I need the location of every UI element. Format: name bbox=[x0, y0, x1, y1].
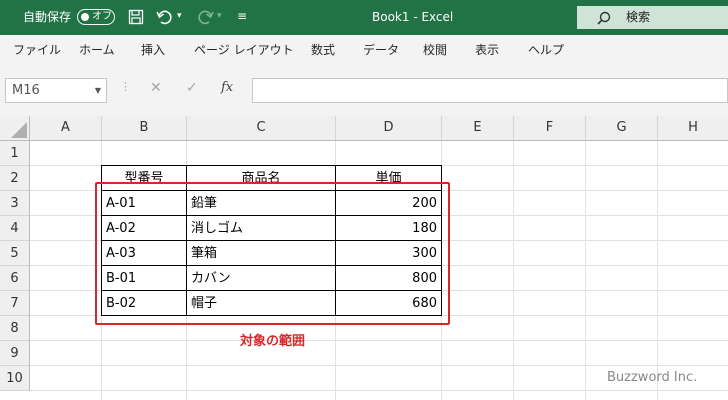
undo-icon[interactable] bbox=[156, 9, 174, 25]
formula-input[interactable] bbox=[252, 78, 728, 103]
cancel-icon[interactable]: ✕ bbox=[150, 80, 162, 96]
search-icon bbox=[597, 11, 611, 25]
name-box[interactable]: M16 ▼ bbox=[5, 78, 107, 103]
column-header-f[interactable]: F bbox=[514, 116, 586, 140]
autosave-state: オフ bbox=[92, 11, 112, 22]
select-all-corner[interactable] bbox=[0, 116, 30, 140]
gridline bbox=[585, 141, 586, 400]
search-placeholder: 検索 bbox=[626, 10, 651, 24]
tab-formulas[interactable]: 数式 bbox=[311, 35, 335, 67]
search-box[interactable]: 検索 bbox=[577, 6, 728, 29]
gridline bbox=[657, 141, 658, 400]
tab-file[interactable]: ファイル bbox=[13, 35, 61, 67]
column-header-e[interactable]: E bbox=[442, 116, 514, 140]
tab-page-layout[interactable]: ページ レイアウト bbox=[194, 35, 294, 67]
tab-help[interactable]: ヘルプ bbox=[528, 35, 564, 67]
redo-dropdown-icon[interactable]: ▾ bbox=[217, 11, 222, 21]
target-range-highlight bbox=[95, 182, 450, 325]
autosave-label: 自動保存 bbox=[23, 10, 72, 24]
enter-icon[interactable]: ✓ bbox=[186, 80, 198, 96]
gridline bbox=[30, 365, 728, 366]
row-header-8[interactable]: 8 bbox=[0, 316, 30, 341]
column-header-b[interactable]: B bbox=[102, 116, 187, 140]
gridline bbox=[30, 390, 728, 391]
tab-view[interactable]: 表示 bbox=[475, 35, 499, 67]
column-headers: A B C D E F G H bbox=[0, 116, 728, 141]
formula-bar: M16 ▼ ⋮ ✕ ✓ fx bbox=[0, 67, 728, 116]
tab-home[interactable]: ホーム bbox=[79, 35, 115, 67]
title-bar: 自動保存 オフ ▾ ▾ ≡ Book1 - Excel 検索 bbox=[0, 0, 728, 35]
table-border bbox=[101, 165, 442, 166]
column-header-g[interactable]: G bbox=[586, 116, 658, 140]
undo-dropdown-icon[interactable]: ▾ bbox=[177, 11, 182, 21]
row-header-3[interactable]: 3 bbox=[0, 191, 30, 216]
row-header-2[interactable]: 2 bbox=[0, 166, 30, 191]
watermark: Buzzword Inc. bbox=[607, 370, 698, 385]
row-header-5[interactable]: 5 bbox=[0, 241, 30, 266]
tab-review[interactable]: 校閲 bbox=[423, 35, 447, 67]
column-header-a[interactable]: A bbox=[30, 116, 102, 140]
redo-icon[interactable] bbox=[196, 9, 214, 25]
row-header-1[interactable]: 1 bbox=[0, 141, 30, 166]
name-box-value: M16 bbox=[12, 83, 40, 98]
row-header-4[interactable]: 4 bbox=[0, 216, 30, 241]
column-header-c[interactable]: C bbox=[187, 116, 336, 140]
ribbon-tabs: ファイル ホーム 挿入 ページ レイアウト 数式 データ 校閲 表示 ヘルプ bbox=[0, 35, 728, 68]
gridline bbox=[30, 340, 728, 341]
customize-quick-access-icon[interactable]: ≡ bbox=[237, 9, 247, 23]
insert-function-icon[interactable]: fx bbox=[221, 80, 233, 95]
column-header-d[interactable]: D bbox=[336, 116, 442, 140]
select-all-triangle-icon bbox=[11, 122, 27, 138]
autosave-toggle[interactable]: オフ bbox=[77, 9, 115, 25]
toggle-knob bbox=[81, 12, 89, 21]
name-box-dropdown-icon[interactable]: ▼ bbox=[95, 79, 101, 102]
more-options-icon: ⋮ bbox=[120, 80, 131, 93]
window-title: Book1 - Excel bbox=[372, 10, 454, 24]
tab-data[interactable]: データ bbox=[363, 35, 399, 67]
target-range-label: 対象の範囲 bbox=[240, 334, 306, 349]
gridline bbox=[513, 141, 514, 400]
row-header-7[interactable]: 7 bbox=[0, 291, 30, 316]
row-header-6[interactable]: 6 bbox=[0, 266, 30, 291]
row-header-10[interactable]: 10 bbox=[0, 366, 30, 391]
row-header-9[interactable]: 9 bbox=[0, 341, 30, 366]
column-header-h[interactable]: H bbox=[658, 116, 728, 140]
tab-insert[interactable]: 挿入 bbox=[141, 35, 165, 67]
save-icon[interactable] bbox=[128, 9, 144, 25]
